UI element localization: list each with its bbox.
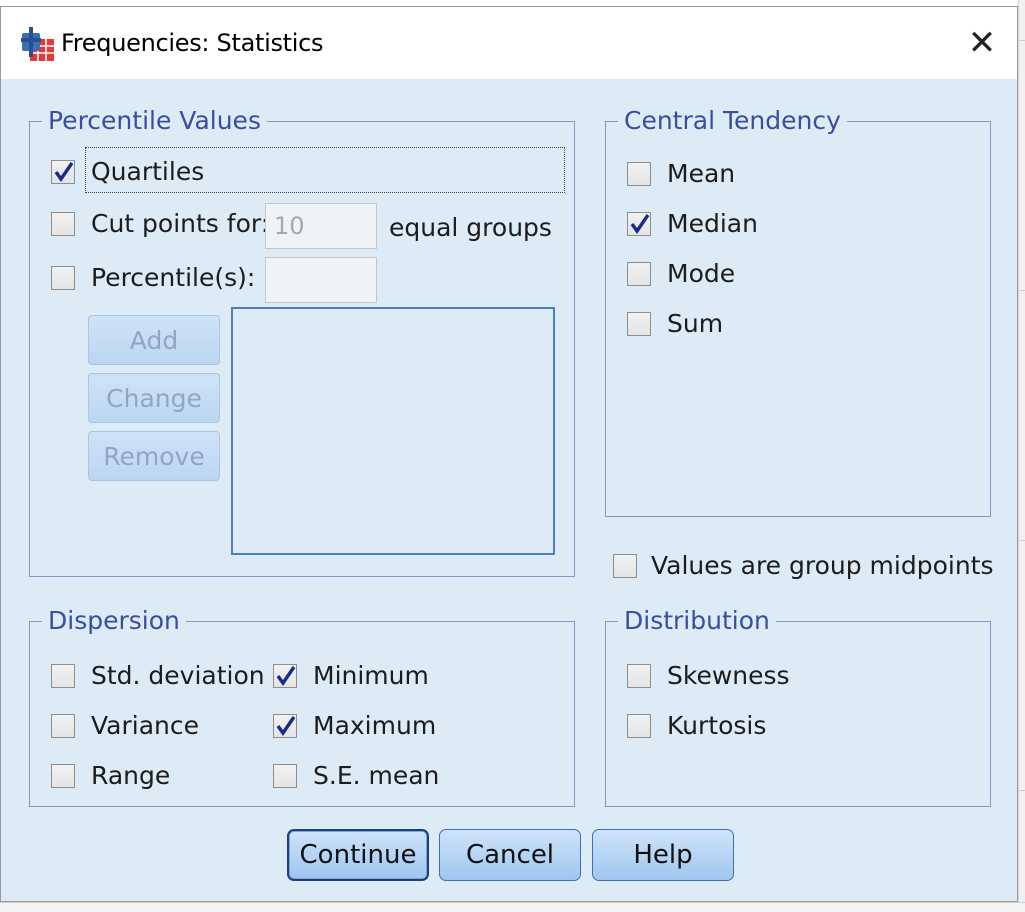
checkmark-icon	[54, 161, 74, 182]
change-button[interactable]: Change	[88, 373, 220, 423]
quartiles-label: Quartiles	[91, 157, 205, 186]
checkmark-icon	[630, 213, 650, 234]
continue-button[interactable]: Continue	[287, 829, 429, 881]
se-mean-checkbox[interactable]	[273, 763, 297, 788]
help-button[interactable]: Help	[592, 829, 734, 881]
checkmark-icon	[276, 665, 296, 686]
maximum-checkbox[interactable]	[273, 713, 297, 738]
cut-points-checkbox-row[interactable]: Cut points for:	[51, 209, 269, 238]
minimum-checkbox-row[interactable]: Minimum	[273, 661, 429, 690]
close-icon: ✕	[967, 23, 997, 63]
distribution-title: Distribution	[618, 606, 776, 635]
quartiles-checkbox[interactable]	[51, 159, 75, 184]
percentiles-input[interactable]	[265, 257, 377, 303]
dispersion-title: Dispersion	[42, 606, 186, 635]
mean-checkbox-row[interactable]: Mean	[627, 159, 735, 188]
checkmark-icon	[276, 715, 296, 736]
group-midpoints-label: Values are group midpoints	[651, 551, 994, 580]
se-mean-checkbox-row[interactable]: S.E. mean	[273, 761, 439, 790]
group-midpoints-checkbox[interactable]	[613, 553, 637, 578]
percentile-values-title: Percentile Values	[42, 106, 267, 135]
skewness-label: Skewness	[667, 661, 790, 690]
kurtosis-checkbox-row[interactable]: Kurtosis	[627, 711, 766, 740]
cancel-button[interactable]: Cancel	[439, 829, 581, 881]
percentiles-checkbox[interactable]	[51, 265, 75, 290]
skewness-checkbox[interactable]	[627, 663, 651, 688]
sum-checkbox-row[interactable]: Sum	[627, 309, 723, 338]
range-checkbox-row[interactable]: Range	[51, 761, 170, 790]
spss-frequencies-icon	[18, 25, 58, 65]
std-deviation-checkbox[interactable]	[51, 663, 75, 688]
range-checkbox[interactable]	[51, 763, 75, 788]
quartiles-checkbox-row[interactable]: Quartiles	[51, 157, 204, 186]
se-mean-label: S.E. mean	[313, 761, 440, 790]
minimum-checkbox[interactable]	[273, 663, 297, 688]
median-checkbox[interactable]	[627, 211, 651, 236]
variance-checkbox-row[interactable]: Variance	[51, 711, 199, 740]
percentiles-listbox[interactable]	[231, 307, 555, 555]
mean-checkbox[interactable]	[627, 161, 651, 186]
std-deviation-checkbox-row[interactable]: Std. deviation	[51, 661, 265, 690]
median-label: Median	[667, 209, 758, 238]
median-checkbox-row[interactable]: Median	[627, 209, 758, 238]
percentiles-checkbox-row[interactable]: Percentile(s):	[51, 263, 255, 292]
dialog-title: Frequencies: Statistics	[61, 29, 324, 57]
variance-label: Variance	[91, 711, 199, 740]
minimum-label: Minimum	[313, 661, 429, 690]
mode-label: Mode	[667, 259, 736, 288]
sum-checkbox[interactable]	[627, 311, 651, 336]
mode-checkbox[interactable]	[627, 261, 651, 286]
group-midpoints-checkbox-row[interactable]: Values are group midpoints	[613, 551, 994, 580]
variance-checkbox[interactable]	[51, 713, 75, 738]
kurtosis-label: Kurtosis	[667, 711, 767, 740]
frequencies-statistics-dialog: Frequencies: Statistics ✕ Percentile Val…	[0, 6, 1018, 902]
close-button[interactable]: ✕	[951, 19, 1013, 67]
sum-label: Sum	[667, 309, 724, 338]
mean-label: Mean	[667, 159, 736, 188]
maximum-label: Maximum	[313, 711, 437, 740]
remove-button[interactable]: Remove	[88, 431, 220, 481]
cut-points-label: Cut points for:	[91, 209, 270, 238]
mode-checkbox-row[interactable]: Mode	[627, 259, 735, 288]
equal-groups-label: equal groups	[389, 213, 552, 242]
std-deviation-label: Std. deviation	[91, 661, 265, 690]
cut-points-input[interactable]: 10	[265, 203, 377, 249]
skewness-checkbox-row[interactable]: Skewness	[627, 661, 790, 690]
background-window-edge	[1018, 0, 1025, 911]
percentiles-label: Percentile(s):	[91, 263, 256, 292]
cut-points-checkbox[interactable]	[51, 211, 75, 236]
title-bar: Frequencies: Statistics ✕	[1, 7, 1017, 79]
kurtosis-checkbox[interactable]	[627, 713, 651, 738]
central-tendency-title: Central Tendency	[618, 106, 847, 135]
add-button[interactable]: Add	[88, 315, 220, 365]
range-label: Range	[91, 761, 171, 790]
maximum-checkbox-row[interactable]: Maximum	[273, 711, 436, 740]
